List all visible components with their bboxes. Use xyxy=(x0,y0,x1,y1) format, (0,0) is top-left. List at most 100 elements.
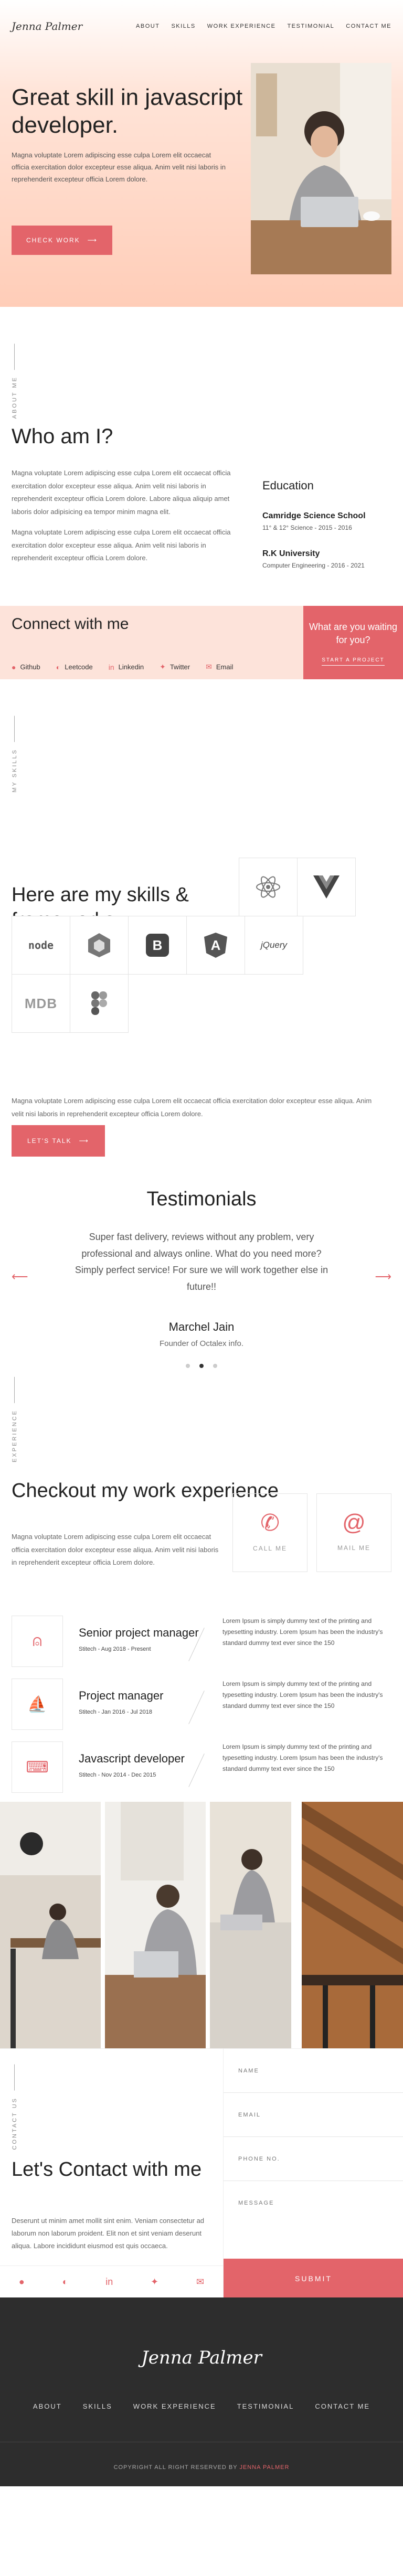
mail-me-label: MAIL ME xyxy=(337,1544,370,1552)
education-title: Education xyxy=(262,479,314,492)
mdb-icon: MDB xyxy=(24,995,58,1011)
linkedin-icon[interactable]: in xyxy=(105,2276,113,2288)
gallery-section xyxy=(0,1802,403,2048)
footer-link-about[interactable]: ABOUT xyxy=(33,2402,62,2410)
job-title: Javascript developer xyxy=(79,1752,185,1765)
school-detail: Computer Engineering - 2016 - 2021 xyxy=(262,562,365,569)
waiting-text: What are you waiting for you? xyxy=(309,622,398,646)
phone-field[interactable]: PHONE NO. xyxy=(224,2137,403,2181)
twitter-icon[interactable]: ✦ xyxy=(151,2276,158,2288)
submit-button[interactable]: SUBMIT xyxy=(224,2259,403,2298)
carousel-dots xyxy=(0,1364,403,1368)
node-icon: node xyxy=(28,939,54,952)
social-leetcode[interactable]: ◐ Leetcode xyxy=(56,662,93,671)
contact-info: CONTACT US Let's Contact with me Deserun… xyxy=(0,2049,223,2298)
social-label: Leetcode xyxy=(65,663,93,671)
next-arrow-icon[interactable]: ⟶ xyxy=(375,1270,391,1284)
skill-tile-angular: A xyxy=(186,916,245,975)
name-field[interactable]: NAME xyxy=(224,2049,403,2093)
social-label: Email xyxy=(216,663,234,671)
nav-link-contact[interactable]: CONTACT ME xyxy=(346,23,391,29)
github-icon: ● xyxy=(12,662,16,671)
school-name: R.K University xyxy=(262,549,320,558)
school-name: Camridge Science School xyxy=(262,511,366,520)
mail-me-box[interactable]: @ MAIL ME xyxy=(316,1493,391,1572)
carousel-dot[interactable] xyxy=(186,1364,190,1368)
hero-text: Magna voluptate Lorem adipiscing esse cu… xyxy=(12,151,226,183)
carousel-dot[interactable] xyxy=(213,1364,217,1368)
gallery-photo xyxy=(0,1802,101,2048)
social-label: Twitter xyxy=(169,663,190,671)
footer-link-contact[interactable]: CONTACT ME xyxy=(315,2402,370,2410)
footer-link-skills[interactable]: SKILLS xyxy=(83,2402,112,2410)
email-field[interactable]: EMAIL xyxy=(224,2093,403,2137)
nav-link-skills[interactable]: SKILLS xyxy=(171,23,195,29)
skills-section: MY SKILLS Here are my skills & framework… xyxy=(0,700,403,1183)
lets-talk-label: LET'S TALK xyxy=(27,1137,72,1145)
social-label: Github xyxy=(20,663,40,671)
site-logo[interactable]: Jenna Palmer xyxy=(12,20,82,33)
footer-link-testimonial[interactable]: TESTIMONIAL xyxy=(237,2402,294,2410)
github-icon[interactable]: ● xyxy=(19,2276,25,2288)
contact-form: NAME EMAIL PHONE NO. MESSAGE SUBMIT xyxy=(223,2049,403,2298)
contact-text: Deserunt ut minim amet mollit sint enim.… xyxy=(12,2217,205,2250)
skill-tile-webpack xyxy=(70,916,129,975)
nav-link-about[interactable]: ABOUT xyxy=(136,23,160,29)
react-icon xyxy=(256,876,280,898)
navbar: Jenna Palmer ABOUT SKILLS WORK EXPERIENC… xyxy=(0,0,403,52)
prev-arrow-icon[interactable]: ⟵ xyxy=(12,1270,28,1284)
job-title: Project manager xyxy=(79,1689,164,1702)
experience-text: Magna voluptate Lorem adipiscing esse cu… xyxy=(12,1533,219,1567)
angular-icon: A xyxy=(204,933,227,958)
social-twitter[interactable]: ✦ Twitter xyxy=(160,662,190,671)
experience-row: ⍝ Senior project manager Stitech - Aug 2… xyxy=(12,1616,391,1667)
social-linkedin[interactable]: in Linkedin xyxy=(109,662,144,671)
job-description: Lorem Ipsum is simply dummy text of the … xyxy=(222,1617,383,1647)
copyright: COPYRIGHT ALL RIGHT RESERVED BY JENNA PA… xyxy=(0,2464,403,2471)
check-work-button[interactable]: CHECK WORK ⟶ xyxy=(12,226,112,255)
call-me-box[interactable]: ✆ CALL ME xyxy=(232,1493,307,1572)
social-links: ● Github ◐ Leetcode in Linkedin ✦ Twitter ✉ E… xyxy=(12,662,233,671)
experience-label: EXPERIENCE xyxy=(12,1409,18,1462)
gallery-photo xyxy=(302,1802,403,2048)
phone-icon: ✆ xyxy=(260,1510,280,1536)
skills-label: MY SKILLS xyxy=(12,749,18,793)
testimonial-role: Founder of Octalex info. xyxy=(159,1339,244,1348)
job-meta: Stitech - Aug 2018 - Present xyxy=(79,1646,151,1652)
ship-icon: ⛵ xyxy=(12,1679,63,1730)
jquery-icon: jQuery xyxy=(260,940,288,950)
user-icon: ⍝ xyxy=(12,1616,63,1667)
svg-text:A: A xyxy=(211,937,221,953)
testimonial-quote: Super fast delivery, reviews without any… xyxy=(75,1232,328,1292)
nav-links: ABOUT SKILLS WORK EXPERIENCE TESTIMONIAL… xyxy=(136,23,391,29)
footer-link-work-experience[interactable]: WORK EXPERIENCE xyxy=(133,2402,216,2410)
email-icon[interactable]: ✉ xyxy=(196,2276,204,2288)
copyright-name: JENNA PALMER xyxy=(239,2464,290,2471)
divider xyxy=(188,1691,205,1724)
job-description: Lorem Ipsum is simply dummy text of the … xyxy=(222,1743,383,1772)
job-title: Senior project manager xyxy=(79,1626,199,1639)
message-field[interactable]: MESSAGE xyxy=(224,2181,403,2259)
lets-talk-button[interactable]: LET'S TALK ⟶ xyxy=(12,1125,105,1157)
carousel-dot-active[interactable] xyxy=(199,1364,204,1368)
gallery-photo xyxy=(105,1802,206,2048)
footer-logo[interactable]: Jenna Palmer xyxy=(0,2347,403,2368)
skill-tile-node: node xyxy=(12,916,70,975)
experience-row: ⌨ Javascript developer Stitech - Nov 201… xyxy=(12,1741,391,1793)
footer: Jenna Palmer ABOUT SKILLS WORK EXPERIENC… xyxy=(0,2297,403,2486)
start-project-link[interactable]: START A PROJECT xyxy=(322,657,385,666)
skill-tile-vue xyxy=(297,858,356,916)
hero-photo xyxy=(251,63,391,274)
about-side-label: ABOUT ME xyxy=(12,344,18,419)
social-email[interactable]: ✉ Email xyxy=(206,662,233,671)
about-label: ABOUT ME xyxy=(12,376,18,419)
nav-link-work-experience[interactable]: WORK EXPERIENCE xyxy=(207,23,276,29)
nav-link-testimonial[interactable]: TESTIMONIAL xyxy=(287,23,334,29)
leetcode-icon[interactable]: ◐ xyxy=(62,2276,68,2288)
about-title: Who am I? xyxy=(12,425,113,448)
social-github[interactable]: ● Github xyxy=(12,662,40,671)
skills-side-label: MY SKILLS xyxy=(12,716,18,793)
about-paragraph-1: Magna voluptate Lorem adipiscing esse cu… xyxy=(12,469,231,516)
job-description: Lorem Ipsum is simply dummy text of the … xyxy=(222,1680,383,1709)
contact-side-label: CONTACT US xyxy=(12,2065,18,2150)
